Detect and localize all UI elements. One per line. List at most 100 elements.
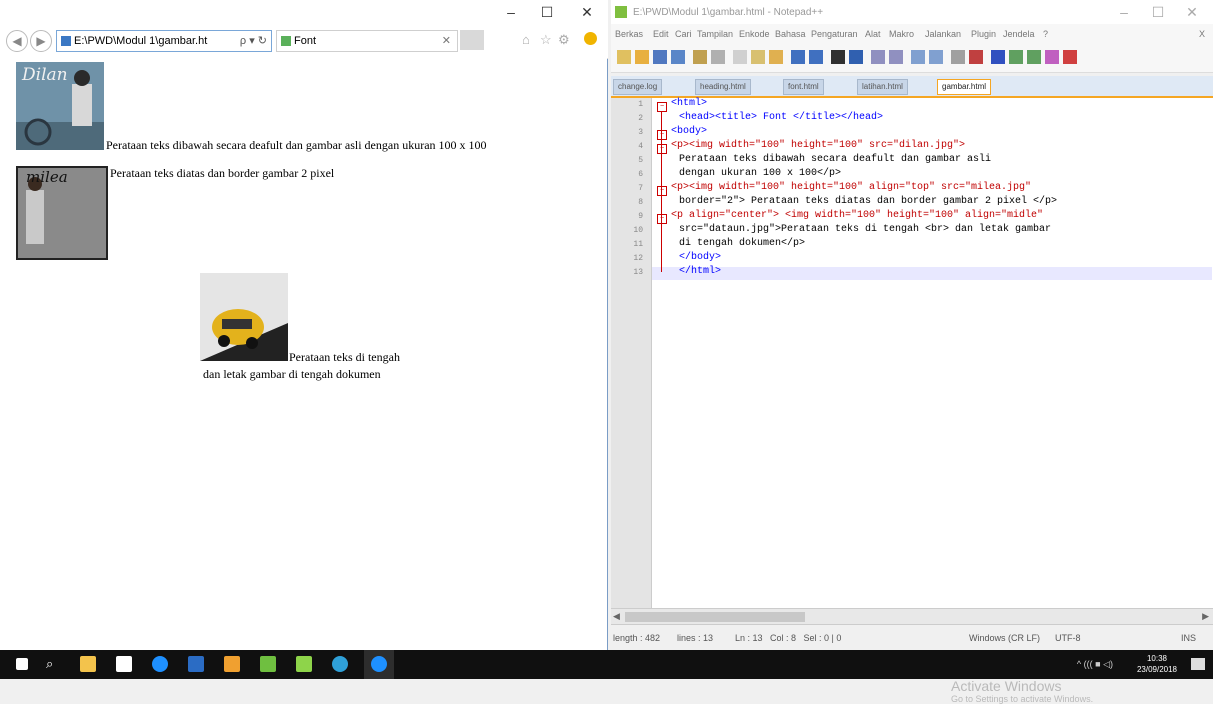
code-editor[interactable]: 1 2 3 4 5 6 7 8 9 10 11 12 13 − − − − − … <box>611 98 1213 704</box>
npp-minimize-button[interactable]: – <box>1109 3 1139 21</box>
npp-close-button[interactable]: ✕ <box>1177 3 1207 21</box>
ie-taskbar-button[interactable] <box>364 650 394 679</box>
file-tab[interactable]: latihan.html <box>857 79 908 95</box>
macro-save-icon[interactable] <box>1027 50 1041 64</box>
open-file-icon[interactable] <box>635 50 649 64</box>
undo-icon[interactable] <box>791 50 805 64</box>
file-tab[interactable]: change.log <box>613 79 663 95</box>
menu-berkas[interactable]: Berkas <box>615 29 643 39</box>
smiley-feedback-icon[interactable] <box>584 32 597 45</box>
home-icon[interactable]: ⌂ <box>522 32 530 47</box>
npp-app-icon <box>615 6 627 18</box>
new-file-icon[interactable] <box>617 50 631 64</box>
ie-close-button[interactable]: ✕ <box>572 3 602 21</box>
spell-check-icon[interactable] <box>1045 50 1059 64</box>
print-icon[interactable] <box>711 50 725 64</box>
fold-marker-icon[interactable]: − <box>657 144 667 154</box>
file-tab[interactable]: font.html <box>783 79 824 95</box>
copy-icon[interactable] <box>751 50 765 64</box>
watermark-subtitle: Go to Settings to activate Windows. <box>951 694 1094 704</box>
fold-marker-icon[interactable]: − <box>657 130 667 140</box>
file-tab-active[interactable]: gambar.html <box>937 79 992 95</box>
zoom-in-icon[interactable] <box>871 50 885 64</box>
file-explorer-icon[interactable] <box>80 656 96 672</box>
dilan-image-lettering: Dilan <box>21 65 68 85</box>
save-icon[interactable] <box>653 50 667 64</box>
code-line: <body> <box>671 126 708 137</box>
app-icon[interactable] <box>332 656 348 672</box>
zoom-out-icon[interactable] <box>889 50 903 64</box>
notepad-icon[interactable] <box>296 656 312 672</box>
show-all-chars-icon[interactable] <box>969 50 983 64</box>
npp-titlebar: E:\PWD\Modul 1\gambar.html - Notepad++ –… <box>611 0 1213 24</box>
menu-alat[interactable]: Alat <box>865 29 881 39</box>
scrollbar-thumb[interactable] <box>625 612 805 622</box>
clock[interactable]: 10:38 23/09/2018 <box>1137 653 1177 675</box>
indent-guide-icon[interactable] <box>951 50 965 64</box>
word-icon[interactable] <box>188 656 204 672</box>
address-bar[interactable]: E:\PWD\Modul 1\gambar.ht ρ ▾ ↻ <box>56 30 272 52</box>
scroll-left-icon[interactable]: ◀ <box>613 611 620 622</box>
code-line: </body> <box>679 252 722 263</box>
new-tab-button[interactable] <box>460 30 484 50</box>
ie-maximize-button[interactable]: ☐ <box>532 3 562 21</box>
file-tab[interactable]: heading.html <box>695 79 751 95</box>
line-number: 13 <box>633 268 643 277</box>
code-line: di tengah dokumen</p> <box>679 238 806 249</box>
menu-jendela[interactable]: Jendela <box>1003 29 1035 39</box>
save-all-icon[interactable] <box>671 50 685 64</box>
start-windows-icon[interactable] <box>16 658 28 670</box>
npp-statusbar: length : 482 lines : 13 Ln : 13 Col : 8 … <box>611 624 1213 651</box>
tab-close-icon[interactable]: ✕ <box>442 31 451 51</box>
menu-help[interactable]: ? <box>1043 29 1048 39</box>
code-line: </html> <box>679 266 722 277</box>
scroll-right-icon[interactable]: ▶ <box>1202 611 1209 622</box>
search-icon[interactable]: ⌕ <box>46 656 53 672</box>
settings-gear-icon[interactable]: ⚙ <box>558 32 570 48</box>
back-icon[interactable]: ◀ <box>6 30 28 52</box>
word-wrap-icon[interactable] <box>929 50 943 64</box>
code-line: src="dataun.jpg">Perataan teks di tengah… <box>679 224 1052 235</box>
notifications-icon[interactable] <box>1191 658 1205 670</box>
status-insert-mode: INS <box>1181 633 1197 643</box>
macro-play-icon[interactable] <box>1009 50 1023 64</box>
find-icon[interactable] <box>831 50 845 64</box>
close-file-icon[interactable] <box>693 50 707 64</box>
line-number: 6 <box>638 170 643 179</box>
fold-marker-icon[interactable]: − <box>657 186 667 196</box>
address-icons[interactable]: ρ ▾ ↻ <box>240 31 267 51</box>
menu-tampilan[interactable]: Tampilan <box>697 29 733 39</box>
paste-icon[interactable] <box>769 50 783 64</box>
npp-maximize-button[interactable]: ☐ <box>1143 3 1173 21</box>
menu-close-doc[interactable]: X <box>1199 29 1205 39</box>
menu-cari[interactable]: Cari <box>675 29 692 39</box>
edge-icon[interactable] <box>152 656 168 672</box>
tab-font[interactable]: Font ✕ <box>276 30 458 52</box>
address-text: E:\PWD\Modul 1\gambar.ht <box>74 35 208 47</box>
line-number: 4 <box>638 142 643 151</box>
menu-bahasa[interactable]: Bahasa <box>775 29 806 39</box>
forward-icon[interactable]: ▶ <box>30 30 52 52</box>
menu-enkode[interactable]: Enkode <box>739 29 770 39</box>
ie-minimize-button[interactable]: – <box>496 3 526 21</box>
photos-icon[interactable] <box>224 656 240 672</box>
npp-menubar: Berkas Edit Cari Tampilan Enkode Bahasa … <box>611 24 1213 44</box>
menu-pengaturan[interactable]: Pengaturan <box>811 29 858 39</box>
menu-jalankan[interactable]: Jalankan <box>925 29 961 39</box>
macro-record-icon[interactable] <box>991 50 1005 64</box>
cut-icon[interactable] <box>733 50 747 64</box>
sync-scroll-icon[interactable] <box>911 50 925 64</box>
fold-marker-icon[interactable]: − <box>657 102 667 112</box>
horizontal-scrollbar[interactable]: ◀ ▶ <box>611 608 1213 625</box>
menu-edit[interactable]: Edit <box>653 29 669 39</box>
replace-icon[interactable] <box>849 50 863 64</box>
notepadpp-icon[interactable] <box>260 656 276 672</box>
menu-makro[interactable]: Makro <box>889 29 914 39</box>
favorites-star-icon[interactable]: ☆ <box>540 32 552 48</box>
system-tray-icons[interactable]: ^ ((( ■ ◁) <box>1077 659 1113 670</box>
menu-plugin[interactable]: Plugin <box>971 29 996 39</box>
redo-icon[interactable] <box>809 50 823 64</box>
fold-marker-icon[interactable]: − <box>657 214 667 224</box>
store-icon[interactable] <box>116 656 132 672</box>
run-icon[interactable] <box>1063 50 1077 64</box>
